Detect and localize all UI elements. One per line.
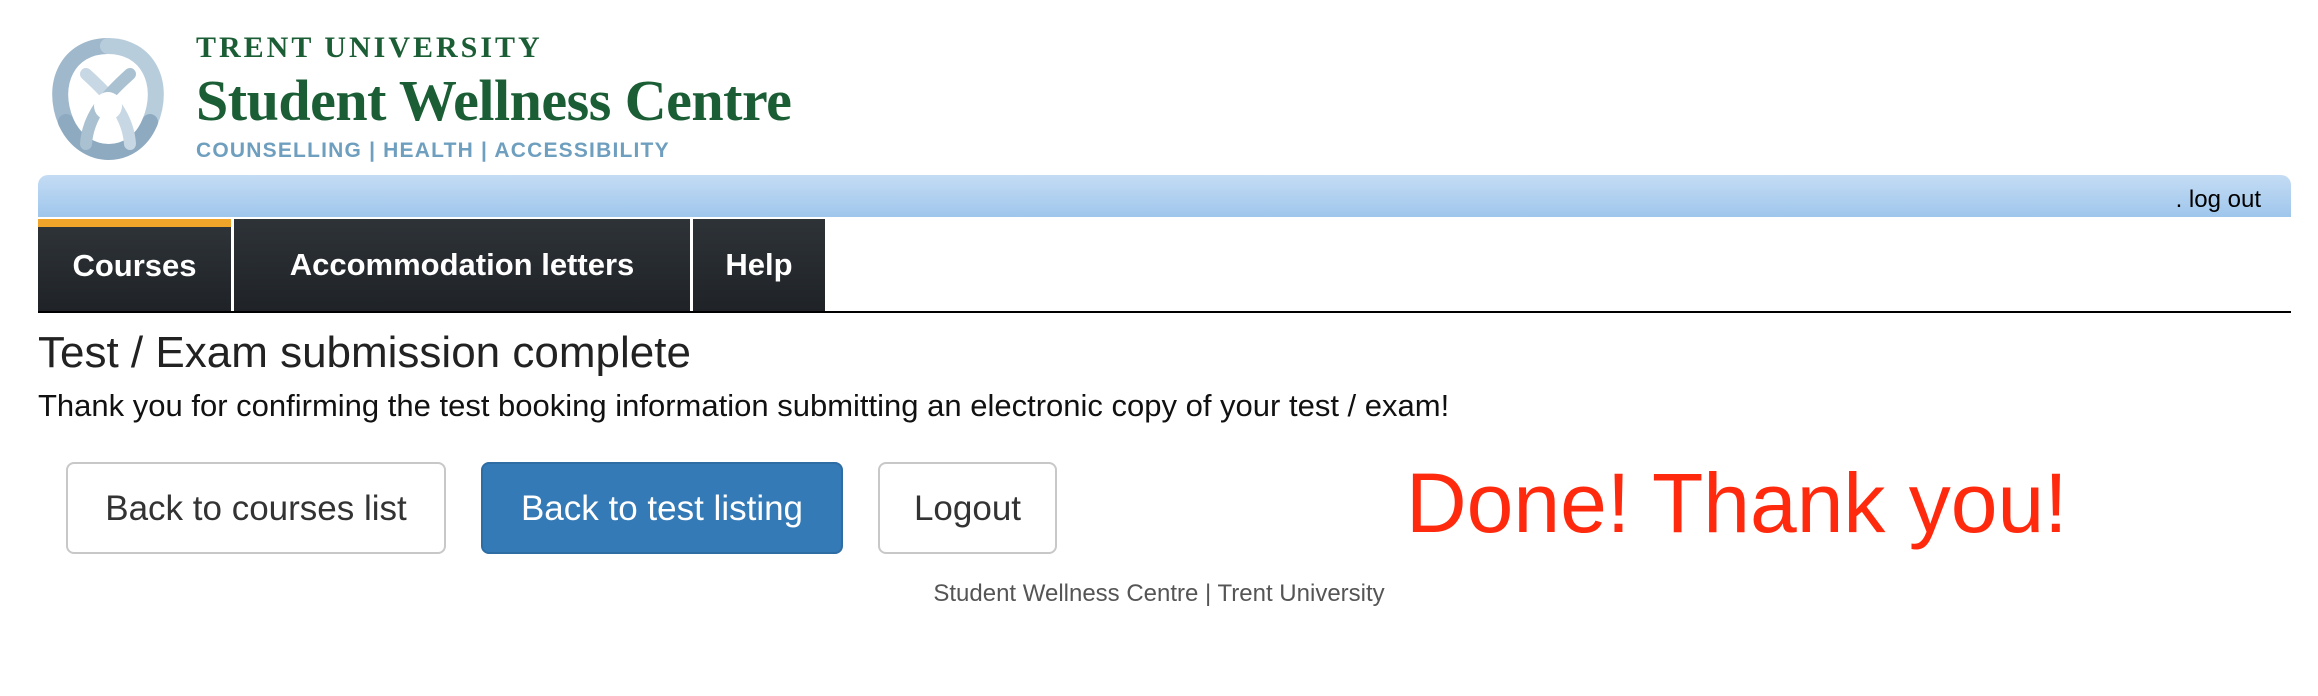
- centre-name: Student Wellness Centre: [196, 68, 792, 133]
- back-to-tests-button[interactable]: Back to test listing: [481, 462, 843, 554]
- logout-button[interactable]: Logout: [878, 462, 1057, 554]
- top-bar: . log out: [38, 175, 2291, 217]
- done-annotation: Done! Thank you!: [1406, 456, 2068, 550]
- back-to-courses-button[interactable]: Back to courses list: [66, 462, 446, 554]
- university-name: TRENT UNIVERSITY: [196, 31, 543, 64]
- top-logout-link[interactable]: . log out: [2176, 186, 2261, 214]
- centre-tagline: COUNSELLING | HEALTH | ACCESSIBILITY: [196, 139, 670, 162]
- confirmation-message: Thank you for confirming the test bookin…: [38, 388, 1450, 423]
- tab-help[interactable]: Help: [693, 219, 825, 311]
- page-title: Test / Exam submission complete: [38, 328, 691, 377]
- site-header: TRENT UNIVERSITY Student Wellness Centre…: [38, 28, 838, 170]
- main-nav: Courses Accommodation letters Help: [38, 219, 2291, 313]
- tab-courses[interactable]: Courses: [38, 219, 231, 311]
- trent-logo-icon: [52, 38, 164, 160]
- tab-accommodation-letters[interactable]: Accommodation letters: [234, 219, 690, 311]
- page-footer: Student Wellness Centre | Trent Universi…: [933, 580, 1385, 607]
- logo-wordmark: TRENT UNIVERSITY Student Wellness Centre…: [196, 28, 792, 164]
